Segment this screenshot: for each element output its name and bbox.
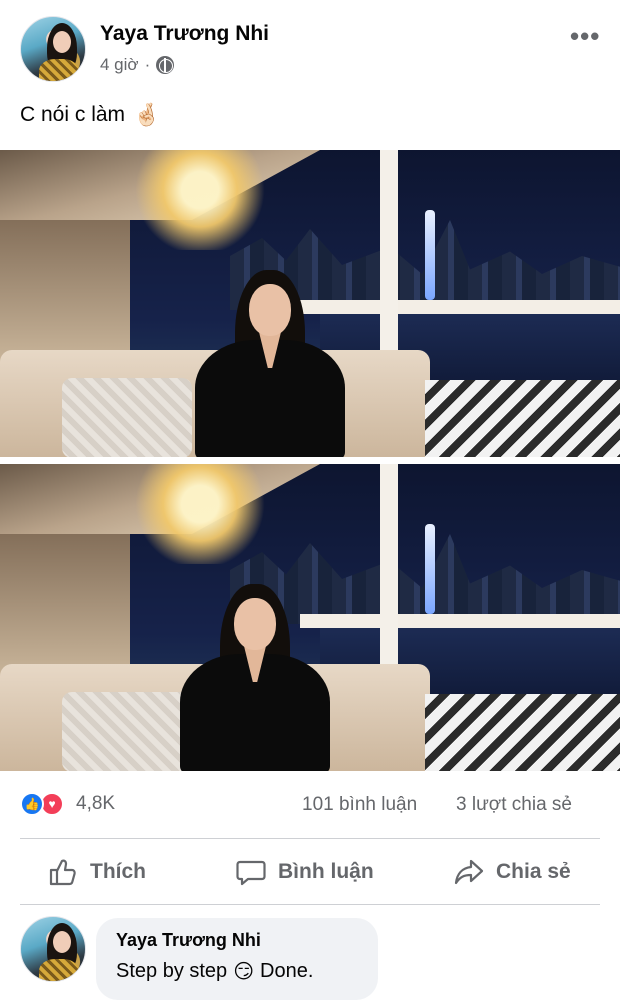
commenter-avatar[interactable] bbox=[20, 916, 86, 982]
share-label: Chia sẻ bbox=[496, 860, 571, 883]
more-options-button[interactable]: ••• bbox=[570, 23, 600, 49]
comment-label: Bình luận bbox=[278, 860, 374, 883]
author-name[interactable]: Yaya Trương Nhi bbox=[100, 22, 269, 46]
share-button[interactable]: Chia sẻ bbox=[454, 845, 571, 899]
photo-scene bbox=[0, 150, 620, 457]
meta-separator: · bbox=[144, 55, 151, 74]
share-arrow-icon bbox=[454, 859, 484, 885]
comment-text-start: Step by step bbox=[116, 960, 228, 982]
post-time[interactable]: 4 giờ bbox=[100, 55, 139, 75]
shares-count-link[interactable]: 3 lượt chia sẻ bbox=[456, 794, 572, 816]
like-icon: 👍 bbox=[20, 792, 44, 816]
comment-bubble[interactable]: Yaya Trương Nhi Step by step 😏 Done. bbox=[96, 918, 378, 1000]
divider bbox=[20, 904, 600, 905]
photo-scene bbox=[0, 464, 620, 771]
caption-text: C nói c làm bbox=[20, 103, 126, 126]
post-header: Yaya Trương Nhi 4 giờ · ••• bbox=[0, 0, 620, 96]
reactions-count: 4,8K bbox=[76, 793, 116, 814]
post-photo-2[interactable] bbox=[0, 464, 620, 771]
like-button[interactable]: Thích bbox=[48, 845, 146, 899]
crossed-fingers-emoji-icon: 🤞🏻 bbox=[133, 102, 161, 127]
like-label: Thích bbox=[90, 860, 146, 883]
comment-text: Step by step 😏 Done. bbox=[116, 959, 358, 984]
commenter-name[interactable]: Yaya Trương Nhi bbox=[116, 930, 358, 951]
comment-item: Yaya Trương Nhi Step by step 😏 Done. bbox=[20, 916, 600, 1000]
post-actions: Thích Bình luận Chia sẻ bbox=[20, 845, 600, 899]
post-meta: 4 giờ · bbox=[100, 55, 175, 75]
post-photo-1[interactable] bbox=[0, 150, 620, 457]
thumbs-up-icon bbox=[49, 859, 76, 886]
smirk-emoji-icon: 😏 bbox=[233, 961, 255, 983]
post-caption: C nói c làm 🤞🏻 bbox=[20, 102, 160, 128]
comment-text-end: Done. bbox=[260, 960, 314, 982]
comments-count-link[interactable]: 101 bình luận bbox=[302, 794, 417, 816]
reactions-summary[interactable]: 👍 ♥ 4,8K bbox=[20, 792, 115, 816]
comment-bubble-icon bbox=[236, 860, 266, 886]
divider bbox=[20, 838, 600, 839]
comment-button[interactable]: Bình luận bbox=[236, 845, 374, 899]
author-avatar[interactable] bbox=[20, 16, 86, 82]
post-stats: 👍 ♥ 4,8K 101 bình luận 3 lượt chia sẻ bbox=[20, 790, 600, 820]
globe-icon[interactable] bbox=[156, 56, 175, 74]
